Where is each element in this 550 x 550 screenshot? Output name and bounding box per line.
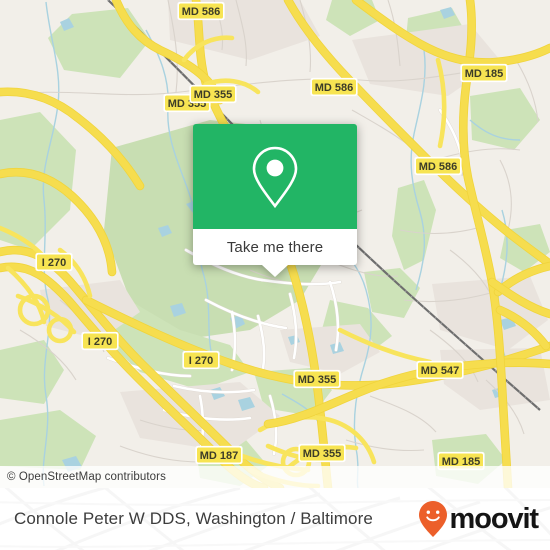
- moovit-smiley-pin-icon: [418, 501, 447, 537]
- svg-text:MD 355: MD 355: [303, 448, 342, 460]
- svg-text:MD 355: MD 355: [194, 89, 233, 101]
- road-shield: MD 547: [416, 360, 464, 380]
- footer-bar: Connole Peter W DDS, Washington / Baltim…: [0, 488, 550, 550]
- popup-action-area[interactable]: Take me there: [193, 229, 357, 277]
- svg-text:MD 355: MD 355: [298, 374, 337, 386]
- location-title: Connole Peter W DDS, Washington / Baltim…: [14, 509, 373, 528]
- map-screenshot: .park{fill:#cde3b8} .wood{fill:#c8deb2} …: [0, 0, 550, 550]
- road-shield: MD 586: [414, 156, 462, 176]
- svg-text:MD 586: MD 586: [315, 82, 354, 94]
- svg-text:I 270: I 270: [42, 257, 66, 269]
- road-shield: MD 355: [293, 369, 341, 389]
- location-popup-card[interactable]: Take me there: [193, 124, 357, 277]
- map-pin-icon: [252, 146, 298, 208]
- road-shield: MD 355: [298, 443, 346, 463]
- road-shield: I 270: [182, 350, 220, 370]
- popup-pointer: [262, 265, 288, 277]
- svg-text:MD 586: MD 586: [419, 161, 458, 173]
- road-shield: MD 586: [177, 1, 225, 21]
- moovit-wordmark: moovit: [449, 502, 540, 535]
- road-shield: MD 586: [310, 77, 358, 97]
- svg-text:MD 185: MD 185: [465, 68, 504, 80]
- road-shield: I 270: [35, 252, 73, 272]
- attribution-text: © OpenStreetMap contributors: [7, 471, 166, 483]
- map-attribution[interactable]: © OpenStreetMap contributors: [0, 466, 550, 488]
- moovit-logo[interactable]: moovit: [418, 500, 540, 538]
- road-shield: MD 355: [189, 84, 237, 104]
- take-me-there-label: Take me there: [226, 238, 324, 256]
- svg-text:I 270: I 270: [88, 336, 112, 348]
- svg-text:MD 547: MD 547: [421, 365, 460, 377]
- svg-text:MD 187: MD 187: [200, 450, 239, 462]
- popup-pin-area: [193, 124, 357, 229]
- svg-text:I 270: I 270: [189, 355, 213, 367]
- svg-text:MD 586: MD 586: [182, 6, 221, 18]
- road-shield: MD 185: [460, 63, 508, 83]
- road-shield: I 270: [81, 331, 119, 351]
- road-shield: MD 187: [195, 445, 243, 465]
